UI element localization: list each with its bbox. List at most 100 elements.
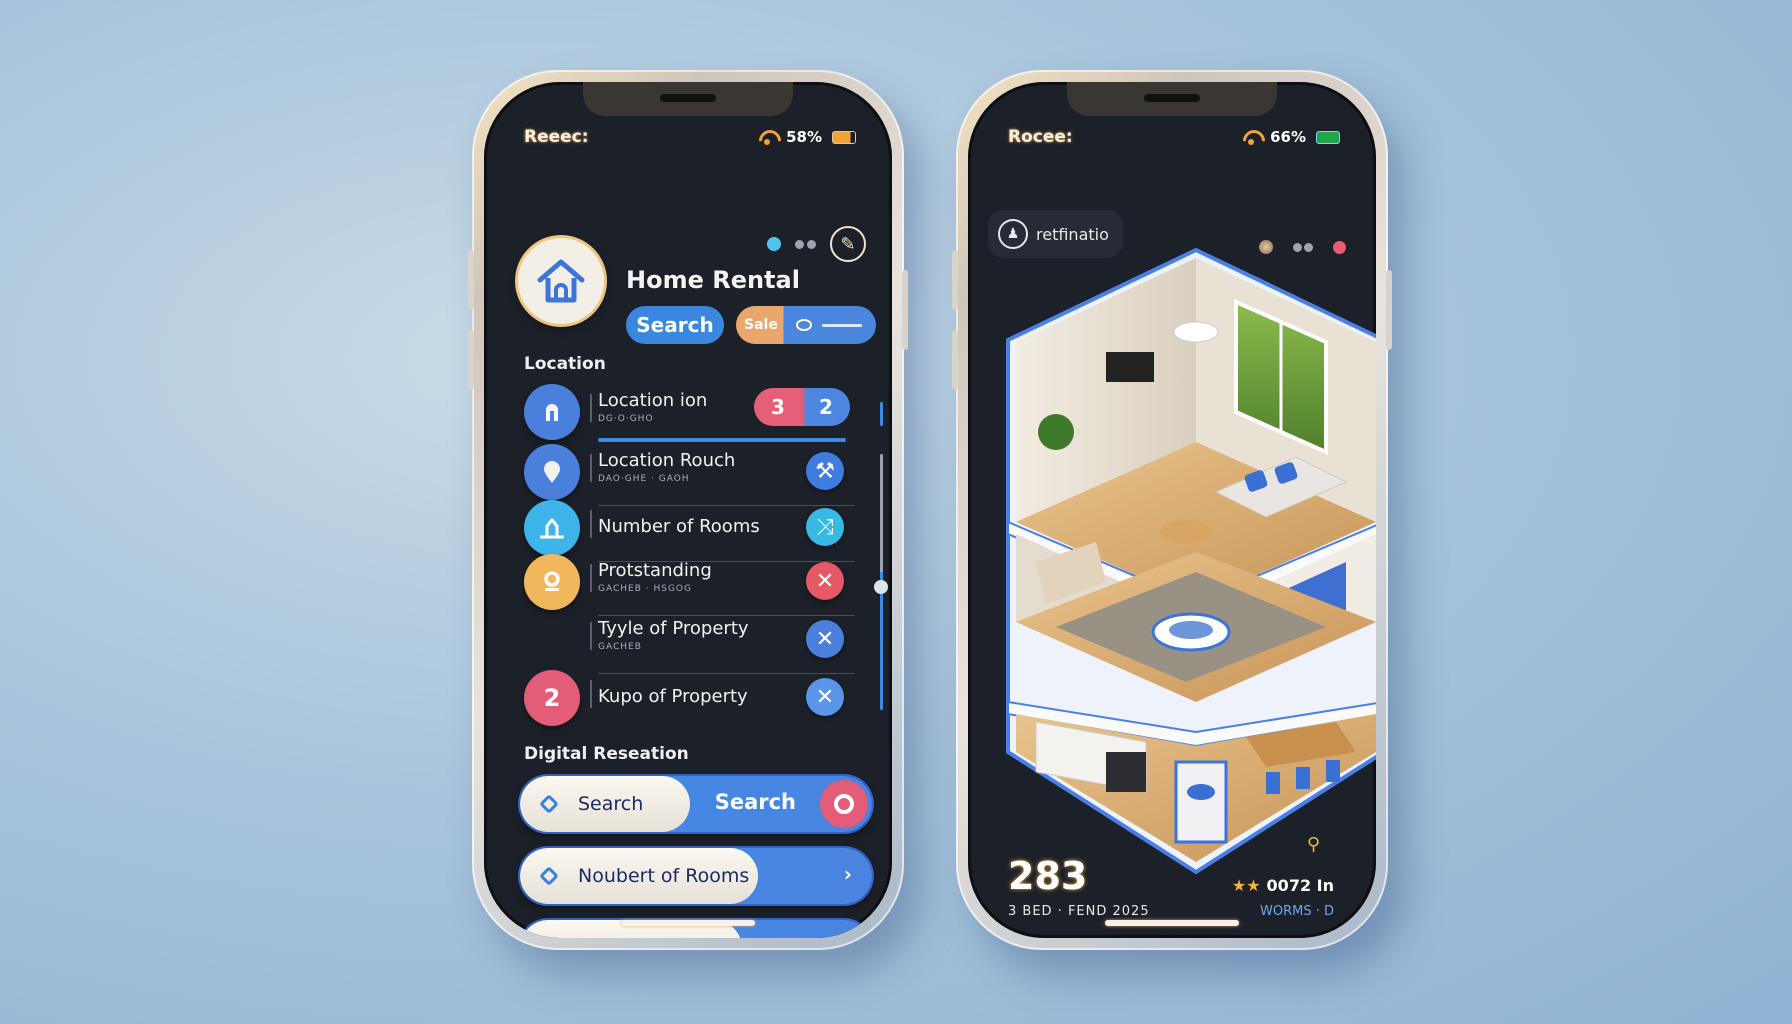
star-icon: ★★ <box>1231 876 1261 895</box>
notch <box>1067 82 1277 116</box>
location-section-label: Location <box>524 354 606 374</box>
item-label: Location ion <box>598 390 708 411</box>
left-screen: Reeec: 58% ✎ Home Rental Search Sale Loc… <box>484 82 892 938</box>
side-button <box>468 250 474 310</box>
item-label: Tyyle of Property <box>598 618 749 639</box>
side-button <box>902 270 908 350</box>
carrier-label: Rocee: <box>1008 127 1073 147</box>
carrier-label: Reeec: <box>524 127 589 147</box>
right-phone: Rocee: 66% ♟ retfinatio ⚲ 283 3 BED · FE… <box>952 70 1392 950</box>
tools-icon[interactable]: ⚒ <box>806 452 844 490</box>
divider-bar <box>590 680 592 708</box>
list-item-type-of-property[interactable]: Tyyle of Property GACHEB ✕ <box>524 612 854 674</box>
divider-bar <box>590 394 592 422</box>
header-actions: ✎ <box>767 226 866 262</box>
item-label: Protstanding <box>598 560 712 581</box>
app-logo <box>518 238 604 324</box>
side-button <box>952 330 958 390</box>
status-bar: Reeec: 58% <box>524 124 856 150</box>
right-screen: Rocee: 66% ♟ retfinatio ⚲ 283 3 BED · FE… <box>968 82 1376 938</box>
rating-subtitle: WORMS · D <box>1260 904 1334 919</box>
slider-track <box>821 323 862 327</box>
plant <box>1038 414 1074 450</box>
item-label: Kupo of Property <box>598 686 748 707</box>
home-indicator[interactable] <box>621 920 755 926</box>
record-icon[interactable] <box>820 780 868 828</box>
item-sub: DAO·GHE · GAOH <box>598 474 690 484</box>
wifi-icon <box>1242 130 1260 145</box>
reservation-section-label: Digital Reseation <box>524 744 689 764</box>
speaker <box>660 94 716 102</box>
toggle-knob-icon <box>795 319 812 331</box>
shuffle-icon[interactable]: ⤨ <box>806 508 844 546</box>
scrollbar-thumb[interactable] <box>874 580 888 594</box>
search-bar-button[interactable]: Search Search <box>520 776 872 832</box>
close-icon[interactable]: ✕ <box>806 562 844 600</box>
house-logo-icon <box>537 259 585 303</box>
coffee-table <box>1160 520 1212 544</box>
close-icon[interactable]: ✕ <box>806 678 844 716</box>
house-3d-model[interactable] <box>996 232 1376 896</box>
modifications-label: Tue Hoffitdants <box>568 937 711 938</box>
close-icon[interactable]: ✕ <box>806 620 844 658</box>
chevron-right-icon: › <box>844 934 852 938</box>
listing-subtitle: 3 BED · FEND 2025 <box>1008 904 1150 919</box>
number-badge-icon: 2 <box>524 670 580 726</box>
speaker <box>1144 94 1200 102</box>
battery-icon <box>832 130 856 144</box>
search-right-label: Search <box>714 790 796 814</box>
list-item-kupo-of-property[interactable]: 2 Kupo of Property ✕ <box>524 670 854 726</box>
divider-bar <box>590 564 592 592</box>
item-label: Number of Rooms <box>598 516 760 537</box>
item-sub: GACHEB <box>598 642 642 652</box>
count-a: 3 <box>771 395 785 419</box>
list-item-location-rouch[interactable]: Location Rouch DAO·GHE · GAOH ⚒ <box>524 444 854 506</box>
more-icon[interactable] <box>795 239 816 249</box>
chair <box>1326 760 1340 782</box>
side-button <box>468 330 474 390</box>
rating: ★★ 0072 In <box>1232 876 1334 895</box>
location-pin-icon <box>524 384 580 440</box>
house-icon <box>524 500 580 556</box>
search-left-label: Search <box>578 793 644 815</box>
accent-divider <box>598 438 846 442</box>
map-pin-icon <box>524 444 580 500</box>
list-item-number-of-rooms[interactable]: Number of Rooms ⤨ <box>524 500 854 562</box>
number-of-rooms-button[interactable]: Noubert of Rooms › <box>520 848 872 904</box>
tv <box>1106 352 1154 382</box>
chevron-right-icon: › <box>843 862 852 886</box>
status-right: 66% <box>1242 128 1340 146</box>
battery-level: 58% <box>786 128 822 146</box>
notch <box>583 82 793 116</box>
scrollbar-top[interactable] <box>880 402 883 426</box>
filter-toggle[interactable]: Sale <box>736 306 876 344</box>
pen-icon: ✎ <box>840 233 856 255</box>
listing-price: 283 <box>1008 854 1088 898</box>
rooms-label: Noubert of Rooms <box>578 865 750 887</box>
divider-bar <box>590 510 592 538</box>
divider-bar <box>590 454 592 482</box>
key-icon[interactable]: ⚲ <box>1307 834 1320 855</box>
lamp <box>1173 321 1219 343</box>
battery-icon <box>1316 130 1340 144</box>
list-item-location[interactable]: Location ion DG·O·GHO 3 2 <box>524 384 854 440</box>
diamond-icon <box>539 866 559 886</box>
status-right: 58% <box>758 128 856 146</box>
filter-label: Sale <box>744 317 778 333</box>
desk-panel <box>1106 752 1146 792</box>
home-indicator[interactable] <box>1105 920 1239 926</box>
chair <box>1296 767 1310 789</box>
status-dot-icon <box>767 237 781 251</box>
left-phone: Reeec: 58% ✎ Home Rental Search Sale Loc… <box>468 70 908 950</box>
rating-value: 0072 In <box>1266 876 1334 895</box>
edit-button[interactable]: ✎ <box>830 226 866 262</box>
battery-level: 66% <box>1270 128 1306 146</box>
search-button[interactable]: Search <box>626 306 724 344</box>
item-sub: DG·O·GHO <box>598 414 654 424</box>
item-label: Location Rouch <box>598 450 736 471</box>
app-title: Home Rental <box>626 266 800 294</box>
count-badge[interactable]: 3 2 <box>754 388 850 426</box>
item-sub: GACHEB · HSGOG <box>598 584 692 594</box>
list-item-protstanding[interactable]: Protstanding GACHEB · HSGOG ✕ <box>524 554 854 616</box>
shelf <box>1174 760 1228 844</box>
